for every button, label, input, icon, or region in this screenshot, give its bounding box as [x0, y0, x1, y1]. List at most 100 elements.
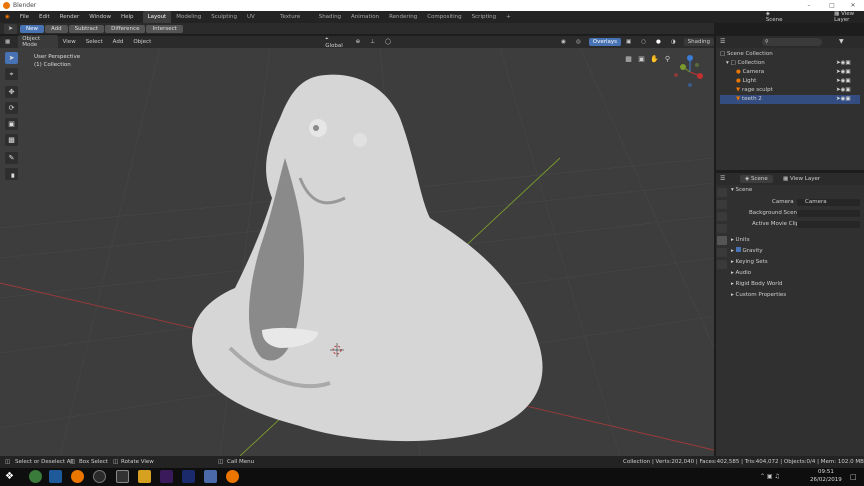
- premiere-icon[interactable]: [160, 470, 173, 483]
- tab-uv-editing[interactable]: UV Editing: [242, 11, 275, 32]
- difference-button[interactable]: Difference: [105, 24, 146, 33]
- zoom-icon[interactable]: ⚲: [661, 55, 674, 65]
- world-tab-icon[interactable]: [717, 248, 727, 257]
- section-gravity[interactable]: ▸ Gravity: [731, 246, 861, 256]
- editor-type-icon[interactable]: ▦: [0, 39, 15, 45]
- tab-rendering[interactable]: Rendering: [384, 11, 422, 23]
- video-app-icon[interactable]: [182, 470, 195, 483]
- tab-animation[interactable]: Animation: [346, 11, 384, 23]
- menu-edit[interactable]: Edit: [34, 14, 55, 20]
- tab-scene-properties[interactable]: ◈ Scene: [740, 175, 773, 183]
- add-button[interactable]: Add: [45, 24, 68, 33]
- annotate-tool-icon[interactable]: ✎: [5, 152, 18, 164]
- add-workspace-icon[interactable]: +: [501, 11, 516, 23]
- menu-add[interactable]: Add: [108, 39, 129, 45]
- menu-view[interactable]: View: [58, 39, 81, 45]
- rotate-tool-icon[interactable]: ⟳: [5, 102, 18, 114]
- section-custom-properties[interactable]: ▸ Custom Properties: [731, 290, 861, 300]
- subtract-button[interactable]: Subtract: [68, 24, 105, 33]
- tab-sculpting[interactable]: Sculpting: [206, 11, 242, 23]
- blender-window-icon[interactable]: [226, 470, 239, 483]
- shading-dropdown[interactable]: Shading: [683, 38, 714, 46]
- visibility-icon[interactable]: ◉: [556, 39, 571, 45]
- view-layer-selector[interactable]: ▦ View Layer: [834, 11, 864, 23]
- app-icon[interactable]: [116, 470, 129, 483]
- outliner-scene-collection[interactable]: □ Scene Collection: [720, 50, 860, 59]
- tab-scripting[interactable]: Scripting: [467, 11, 501, 23]
- maximize-button[interactable]: □: [821, 0, 843, 11]
- menu-render[interactable]: Render: [55, 14, 85, 20]
- new-button[interactable]: New: [20, 24, 44, 33]
- menu-help[interactable]: Help: [116, 14, 139, 20]
- obs-icon[interactable]: [93, 470, 106, 483]
- active-tool-icon[interactable]: ➤: [4, 24, 17, 34]
- tab-texture-paint[interactable]: Texture Paint: [275, 11, 314, 32]
- camera-field[interactable]: Camera: [797, 199, 860, 206]
- select-tool-icon[interactable]: ➤: [5, 52, 18, 64]
- menu-file[interactable]: File: [15, 14, 34, 20]
- section-units[interactable]: ▸ Units: [731, 235, 861, 245]
- minimize-button[interactable]: –: [798, 0, 820, 11]
- section-rigid-body-world[interactable]: ▸ Rigid Body World: [731, 279, 861, 289]
- file-explorer-icon[interactable]: [138, 470, 151, 483]
- intersect-button[interactable]: Intersect: [146, 24, 183, 33]
- section-scene[interactable]: ▾ Scene: [731, 185, 861, 195]
- pivot-icon[interactable]: ⊕: [351, 39, 366, 45]
- visibility-toggles[interactable]: ➤◉▣ ➤◉▣ ➤◉▣ ➤◉▣ ➤◉▣: [836, 59, 851, 104]
- tab-shading[interactable]: Shading: [314, 11, 346, 23]
- view-layer-tab-icon[interactable]: [717, 224, 727, 233]
- tab-layout[interactable]: Layout: [142, 11, 172, 23]
- windows-start-icon[interactable]: ❖: [5, 470, 18, 483]
- xray-icon[interactable]: ▣: [621, 39, 636, 45]
- output-tab-icon[interactable]: [717, 212, 727, 221]
- photoshop-icon[interactable]: [49, 470, 62, 483]
- hand-icon[interactable]: ✋: [648, 55, 661, 65]
- blender-menu-icon[interactable]: ◉: [0, 14, 15, 20]
- tab-compositing[interactable]: Compositing: [422, 11, 466, 23]
- menu-select[interactable]: Select: [81, 39, 108, 45]
- grid-icon[interactable]: ▦: [622, 55, 635, 65]
- outliner-editor-icon[interactable]: ☰: [720, 38, 725, 45]
- notifications-icon[interactable]: □: [850, 473, 857, 481]
- tray-icons[interactable]: ⌃ ▣ ♫: [760, 473, 780, 480]
- close-button[interactable]: ✕: [842, 0, 864, 11]
- outliner-search-input[interactable]: ⚲: [762, 38, 822, 46]
- title-bar: Blender – □ ✕: [0, 0, 864, 11]
- move-tool-icon[interactable]: ✥: [5, 86, 18, 98]
- cursor-tool-icon[interactable]: ⌖: [5, 68, 18, 80]
- measure-tool-icon[interactable]: ▗: [5, 168, 18, 180]
- object-tab-icon[interactable]: [717, 260, 727, 269]
- section-keying-sets[interactable]: ▸ Keying Sets: [731, 257, 861, 267]
- snap-icon[interactable]: ⊥: [365, 39, 380, 45]
- tool-tab-icon[interactable]: [717, 188, 727, 197]
- chrome-icon[interactable]: [29, 470, 42, 483]
- camera-view-icon[interactable]: ▣: [635, 55, 648, 65]
- scene-tab-icon[interactable]: [717, 236, 727, 245]
- gizmo-icon[interactable]: ◎: [571, 39, 586, 45]
- scale-tool-icon[interactable]: ▣: [5, 118, 18, 130]
- 3d-viewport[interactable]: [0, 48, 714, 456]
- background-scene-field[interactable]: [797, 210, 860, 217]
- gravity-checkbox[interactable]: [735, 247, 741, 252]
- scene-selector[interactable]: ◈ Scene: [766, 11, 784, 23]
- render-tab-icon[interactable]: [717, 200, 727, 209]
- transform-tool-icon[interactable]: ▩: [5, 134, 18, 146]
- filter-icon[interactable]: ▼: [839, 38, 844, 45]
- tab-modeling[interactable]: Modeling: [171, 11, 206, 23]
- shading-material-icon[interactable]: ◑: [666, 39, 681, 45]
- active-movie-clip-field[interactable]: [797, 221, 860, 228]
- menu-window[interactable]: Window: [84, 14, 116, 20]
- tab-view-layer-properties[interactable]: ▦ View Layer: [778, 175, 825, 183]
- properties-editor-icon[interactable]: ☰: [720, 175, 725, 182]
- orientation-dropdown[interactable]: ⌖ Global: [320, 36, 350, 49]
- proportional-icon[interactable]: ◯: [380, 39, 396, 45]
- mode-dropdown[interactable]: Object Mode: [18, 35, 58, 49]
- mail-icon[interactable]: [204, 470, 217, 483]
- blender-taskbar-icon[interactable]: [71, 470, 84, 483]
- overlays-toggle[interactable]: Overlays: [588, 38, 622, 46]
- shading-wire-icon[interactable]: ○: [636, 39, 651, 45]
- shading-solid-icon[interactable]: ●: [651, 39, 666, 45]
- section-audio[interactable]: ▸ Audio: [731, 268, 861, 278]
- navigation-gizmo[interactable]: [674, 55, 703, 87]
- menu-object[interactable]: Object: [128, 39, 156, 45]
